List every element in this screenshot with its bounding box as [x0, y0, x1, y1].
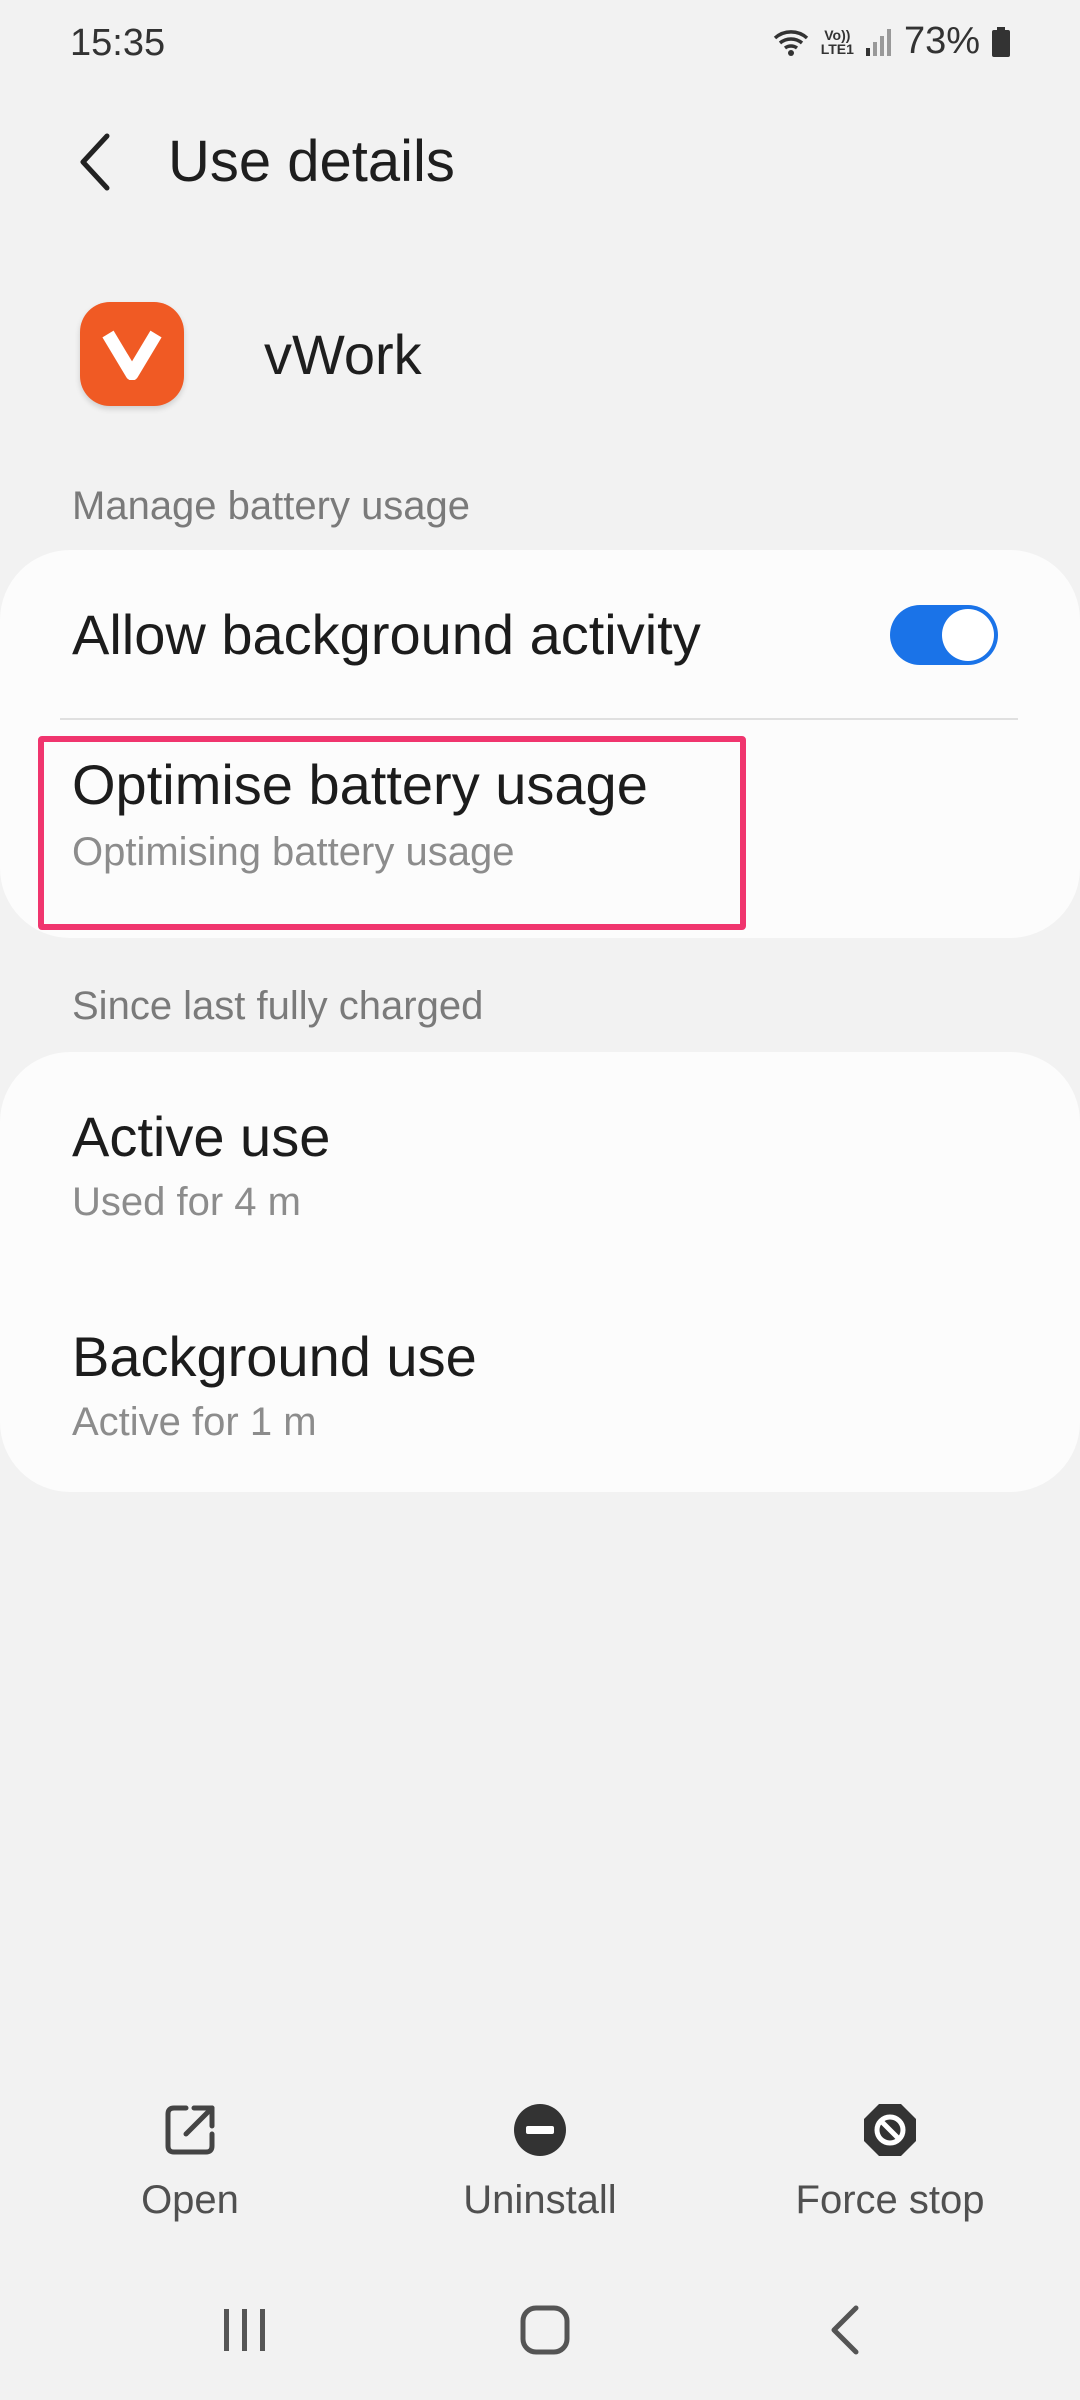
open-button[interactable]: Open	[60, 2100, 320, 2223]
open-label: Open	[141, 2178, 239, 2222]
background-use-title: Background use	[72, 1325, 477, 1388]
uninstall-label: Uninstall	[463, 2178, 617, 2222]
force-stop-button[interactable]: Force stop	[760, 2100, 1020, 2223]
minus-circle-icon	[514, 2104, 566, 2156]
divider	[60, 718, 1018, 720]
volte-lte-icon: Vo)) LTE1	[821, 28, 854, 56]
battery-percent: 73%	[903, 20, 980, 62]
chevron-left-icon	[831, 2305, 859, 2355]
uninstall-button[interactable]: Uninstall	[410, 2100, 670, 2223]
page-title: Use details	[168, 129, 455, 194]
vwork-logo-icon	[102, 330, 162, 380]
usage-card: Active use Used for 4 m Background use A…	[0, 1052, 1080, 1492]
status-icons: Vo)) LTE1 73%	[771, 20, 1012, 63]
home-button[interactable]	[490, 2290, 600, 2370]
active-use-title: Active use	[72, 1105, 331, 1168]
nav-back-button[interactable]	[790, 2290, 900, 2370]
wifi-icon	[773, 29, 808, 56]
home-icon	[520, 2305, 570, 2355]
open-external-icon	[165, 2105, 215, 2155]
status-time: 15:35	[70, 22, 166, 64]
highlight-box	[38, 736, 746, 930]
signal-icon	[865, 28, 891, 56]
toggle-knob	[942, 609, 994, 661]
stop-octagon-icon	[864, 2104, 916, 2156]
active-use-row[interactable]: Active use Used for 4 m	[0, 1052, 1080, 1272]
volte-label: Vo))	[824, 26, 851, 43]
allow-background-label: Allow background activity	[72, 603, 701, 666]
force-stop-label: Force stop	[795, 2178, 985, 2222]
battery-icon	[992, 26, 1010, 57]
section-header-manage: Manage battery usage	[72, 484, 471, 528]
chevron-left-icon	[80, 133, 110, 191]
app-icon	[80, 302, 184, 406]
recent-apps-icon	[224, 2309, 265, 2351]
active-use-subtitle: Used for 4 m	[72, 1180, 301, 1224]
allow-background-toggle[interactable]	[890, 605, 998, 665]
app-name: vWork	[264, 323, 422, 386]
section-header-usage: Since last fully charged	[72, 984, 484, 1028]
recent-apps-button[interactable]	[190, 2290, 300, 2370]
background-use-subtitle: Active for 1 m	[72, 1400, 317, 1444]
lte-label: LTE1	[820, 40, 854, 57]
back-button[interactable]	[60, 120, 130, 204]
allow-background-row[interactable]: Allow background activity	[0, 550, 1080, 720]
background-use-row[interactable]: Background use Active for 1 m	[0, 1272, 1080, 1492]
